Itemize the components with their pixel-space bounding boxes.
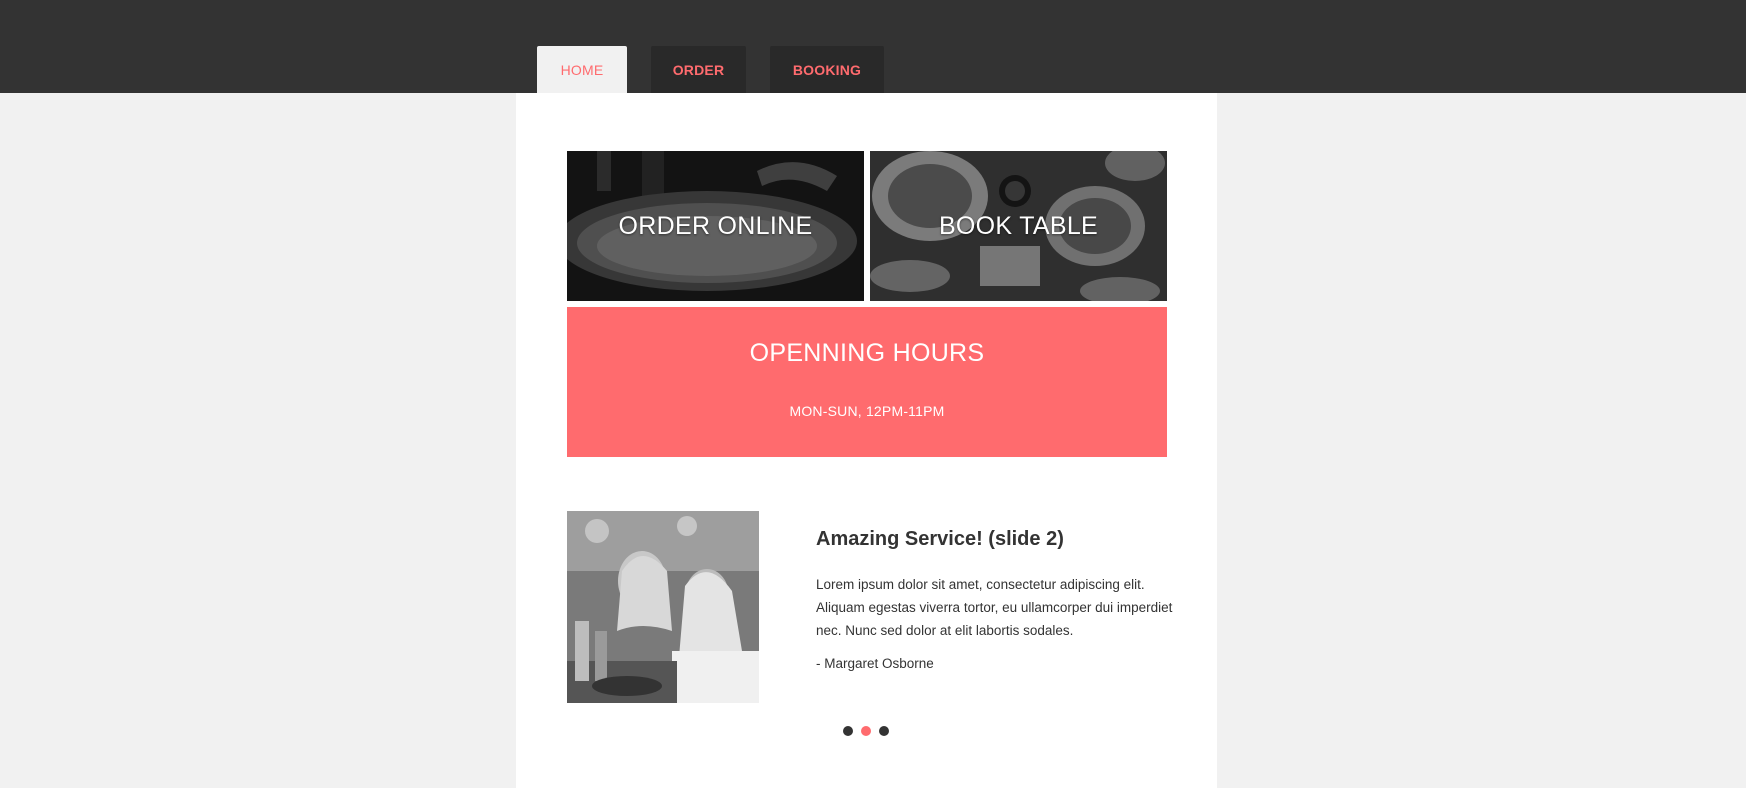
- opening-hours-panel: OPENNING HOURS MON-SUN, 12PM-11PM: [567, 307, 1167, 457]
- slide-dot-3[interactable]: [879, 726, 889, 736]
- order-online-label: ORDER ONLINE: [618, 211, 813, 240]
- slider-pagination: [843, 726, 889, 736]
- tab-home[interactable]: HOME: [537, 46, 627, 93]
- tab-booking[interactable]: BOOKING: [770, 46, 884, 93]
- top-navigation-bar: HOME ORDER BOOKING: [0, 0, 1746, 93]
- book-table-label: BOOK TABLE: [938, 211, 1099, 240]
- order-online-tile[interactable]: ORDER ONLINE: [567, 151, 864, 301]
- main-content: ORDER ONLINE BOOK TABLE OPENNING HOURS M…: [516, 93, 1217, 788]
- slide-dot-2[interactable]: [861, 726, 871, 736]
- tab-order[interactable]: ORDER: [651, 46, 746, 93]
- nav-tabs: HOME ORDER BOOKING: [537, 46, 884, 93]
- slide-dot-1[interactable]: [843, 726, 853, 736]
- opening-hours-title: OPENNING HOURS: [749, 339, 985, 367]
- opening-hours-time: MON-SUN, 12PM-11PM: [789, 403, 945, 419]
- testimonial-title: Amazing Service! (slide 2): [816, 528, 1064, 550]
- testimonial-author: - Margaret Osborne: [816, 656, 934, 671]
- book-table-tile[interactable]: BOOK TABLE: [870, 151, 1167, 301]
- testimonial-photo: [567, 511, 759, 703]
- testimonial-text: Lorem ipsum dolor sit amet, consectetur …: [816, 577, 1173, 638]
